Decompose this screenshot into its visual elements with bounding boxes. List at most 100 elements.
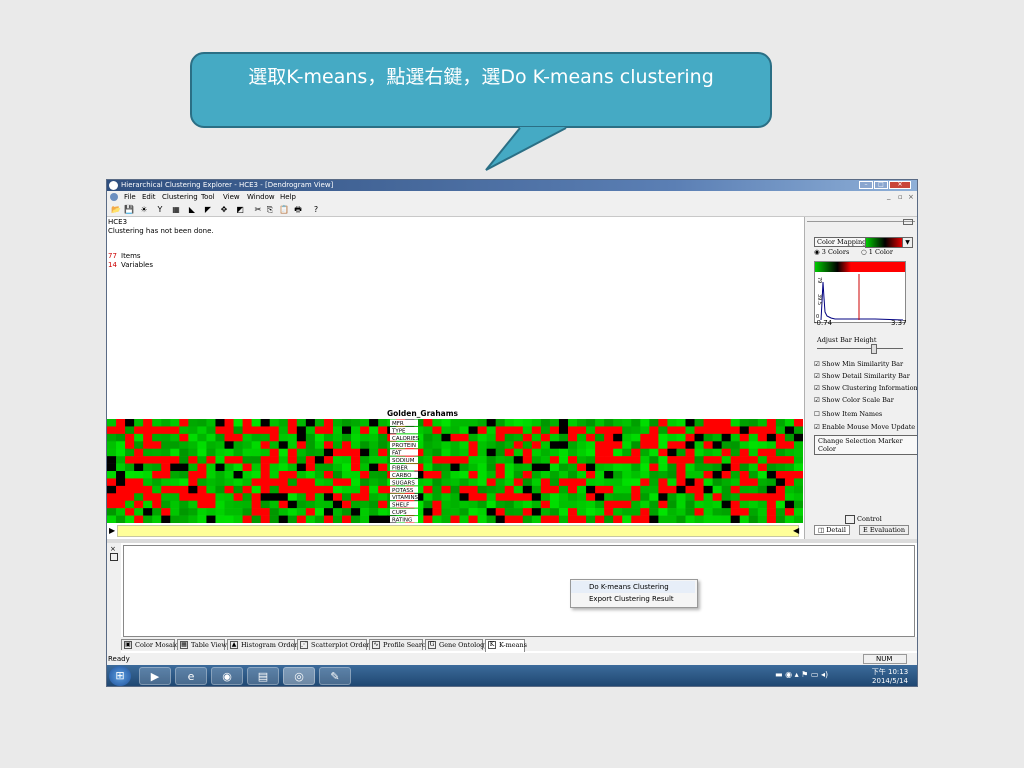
heatmap-cell: [748, 500, 759, 509]
heatmap-cell: [586, 485, 596, 494]
tab-histogram-ordering[interactable]: ▲ Histogram Ordering: [227, 639, 308, 650]
tab-detail[interactable]: ◫ Detail: [814, 525, 850, 535]
checkbox-min-similarity[interactable]: ☑ Show Min Similarity Bar: [814, 360, 903, 368]
heatmap-view[interactable]: MFRTYPE CALORIESPROTEIN FATSODIUM FIBERCARB…: [107, 419, 803, 523]
tab-color-mosaic[interactable]: ▣ Color Mosaic: [121, 639, 179, 650]
maximize-button[interactable]: □: [874, 181, 888, 189]
splitter[interactable]: [107, 539, 917, 543]
heatmap-cell: [432, 500, 442, 509]
menu-clustering[interactable]: Clustering: [162, 193, 198, 201]
color-gradient-select[interactable]: [865, 237, 905, 248]
clock[interactable]: 下午 10:13 2014/5/14: [867, 667, 913, 685]
heatmap-cell: [332, 441, 343, 450]
heatmap-cell: [134, 471, 144, 479]
heatmap-cell: [784, 500, 795, 509]
tab-kmeans[interactable]: K K-means: [485, 639, 527, 652]
heatmap-cell: [567, 508, 578, 516]
checkbox-color-scale[interactable]: ☑ Show Color Scale Bar: [814, 396, 894, 404]
menu-file[interactable]: File: [124, 193, 136, 201]
kmeans-panel[interactable]: [123, 545, 915, 637]
copy-icon[interactable]: ⎘: [265, 205, 275, 214]
menu-help[interactable]: Help: [280, 193, 296, 201]
close-icon[interactable]: ×: [110, 545, 116, 553]
heatmap-cell: [206, 478, 216, 487]
menu-window[interactable]: Window: [247, 193, 275, 201]
scroll-right-arrow-icon[interactable]: ▶: [109, 526, 115, 535]
menu-edit[interactable]: Edit: [142, 193, 156, 201]
heatmap-cell: [441, 419, 451, 427]
radio-3-colors[interactable]: ◉ 3 Colors: [814, 248, 849, 256]
panel-close-icon[interactable]: [903, 219, 913, 225]
heatmap-cell: [640, 456, 650, 464]
open-icon[interactable]: 📂: [111, 205, 121, 214]
tab-table-view[interactable]: ▦ Table View: [177, 639, 227, 650]
media-icon[interactable]: ▶: [139, 667, 171, 685]
heatmap-cell: [197, 471, 207, 479]
export-clustering-menu-item[interactable]: Export Clustering Result: [571, 593, 695, 605]
tab-profile-search[interactable]: ∿ Profile Search: [369, 639, 430, 650]
flag-blue-icon[interactable]: ◤: [203, 205, 213, 214]
slider-thumb[interactable]: [871, 344, 877, 354]
heatmap-cell: [486, 478, 497, 487]
heatmap-cell: [522, 441, 533, 450]
heatmap-cell: [549, 463, 560, 472]
tray-icons[interactable]: ▬ ◉ ▴ ⚑ ▭ ◂): [775, 670, 828, 679]
heatmap-cell: [360, 500, 370, 509]
heatmap-cell: [775, 508, 786, 516]
paint-icon[interactable]: ✎: [319, 667, 351, 685]
radio-1-color[interactable]: ○ 1 Color: [861, 248, 893, 256]
start-orb-icon[interactable]: ⊞: [109, 666, 131, 686]
tab-evaluation[interactable]: E Evaluation: [859, 525, 910, 535]
heatmap-cell: [513, 493, 524, 502]
help-icon[interactable]: ?: [311, 205, 321, 214]
save-icon[interactable]: 💾: [124, 205, 134, 214]
heatmap-cell: [622, 433, 632, 442]
print-icon[interactable]: 🖶: [293, 205, 303, 214]
heatmap-cell: [468, 456, 479, 464]
scroll-left-arrow-icon[interactable]: ◀: [793, 526, 799, 535]
menu-tool[interactable]: Tool: [201, 193, 215, 201]
checkbox-detail-similarity[interactable]: ☑ Show Detail Similarity Bar: [814, 372, 910, 380]
ie-icon[interactable]: e: [175, 667, 207, 685]
mdi-close-button[interactable]: ×: [908, 193, 914, 201]
heatmap-cell: [351, 478, 361, 487]
mdi-minimize-button[interactable]: _: [887, 192, 891, 200]
sun-icon[interactable]: ☀: [139, 205, 149, 214]
dock-icon[interactable]: [110, 553, 118, 561]
change-marker-color-button[interactable]: Change Selection Marker Color: [814, 435, 917, 455]
checkbox-mouse-update[interactable]: ☑ Enable Mouse Move Update: [814, 423, 915, 431]
menu-view[interactable]: View: [223, 193, 240, 201]
paste-icon[interactable]: 📋: [279, 205, 289, 214]
heatmap-cell: [441, 493, 451, 502]
heatmap-cell: [712, 419, 723, 427]
chevron-down-icon[interactable]: ▼: [902, 237, 913, 248]
flag-red-icon[interactable]: ◣: [187, 205, 197, 214]
chart-icon[interactable]: ▦: [171, 205, 181, 214]
heatmap-cell: [712, 441, 723, 450]
bar-height-slider[interactable]: [817, 348, 903, 349]
chrome-icon[interactable]: ◉: [211, 667, 243, 685]
tab-gene-ontology[interactable]: G Gene Ontology: [425, 639, 488, 650]
heatmap-cell: [260, 441, 271, 450]
color-mapping-button[interactable]: Color Mapping: [814, 237, 870, 247]
heatmap-cell: [260, 508, 271, 516]
hce-eye-icon[interactable]: ◎: [283, 667, 315, 685]
mdi-restore-button[interactable]: ▫: [898, 193, 903, 201]
filter-icon[interactable]: ◩: [235, 205, 245, 214]
cut-icon[interactable]: ✂: [253, 205, 263, 214]
similarity-bar[interactable]: [117, 525, 799, 537]
explorer-icon[interactable]: ▤: [247, 667, 279, 685]
cluster-icon[interactable]: Y: [155, 205, 165, 214]
close-button[interactable]: ✕: [889, 181, 911, 189]
heatmap-cell: [495, 515, 506, 523]
checkbox-clustering-info[interactable]: ☑ Show Clustering Information: [814, 384, 917, 392]
heatmap-cell: [432, 441, 442, 450]
do-kmeans-menu-item[interactable]: Do K-means Clustering: [571, 581, 695, 593]
heatmap-cell: [107, 433, 117, 442]
minimize-button[interactable]: –: [859, 181, 873, 189]
tab-scatterplot-ordering[interactable]: ⋰ Scatterplot Ordering: [297, 639, 380, 650]
arrows-icon[interactable]: ✥: [219, 205, 229, 214]
heatmap-cell: [685, 515, 696, 523]
checkbox-item-names[interactable]: ☐ Show Item Names: [814, 410, 882, 418]
heatmap-cell: [658, 433, 668, 442]
